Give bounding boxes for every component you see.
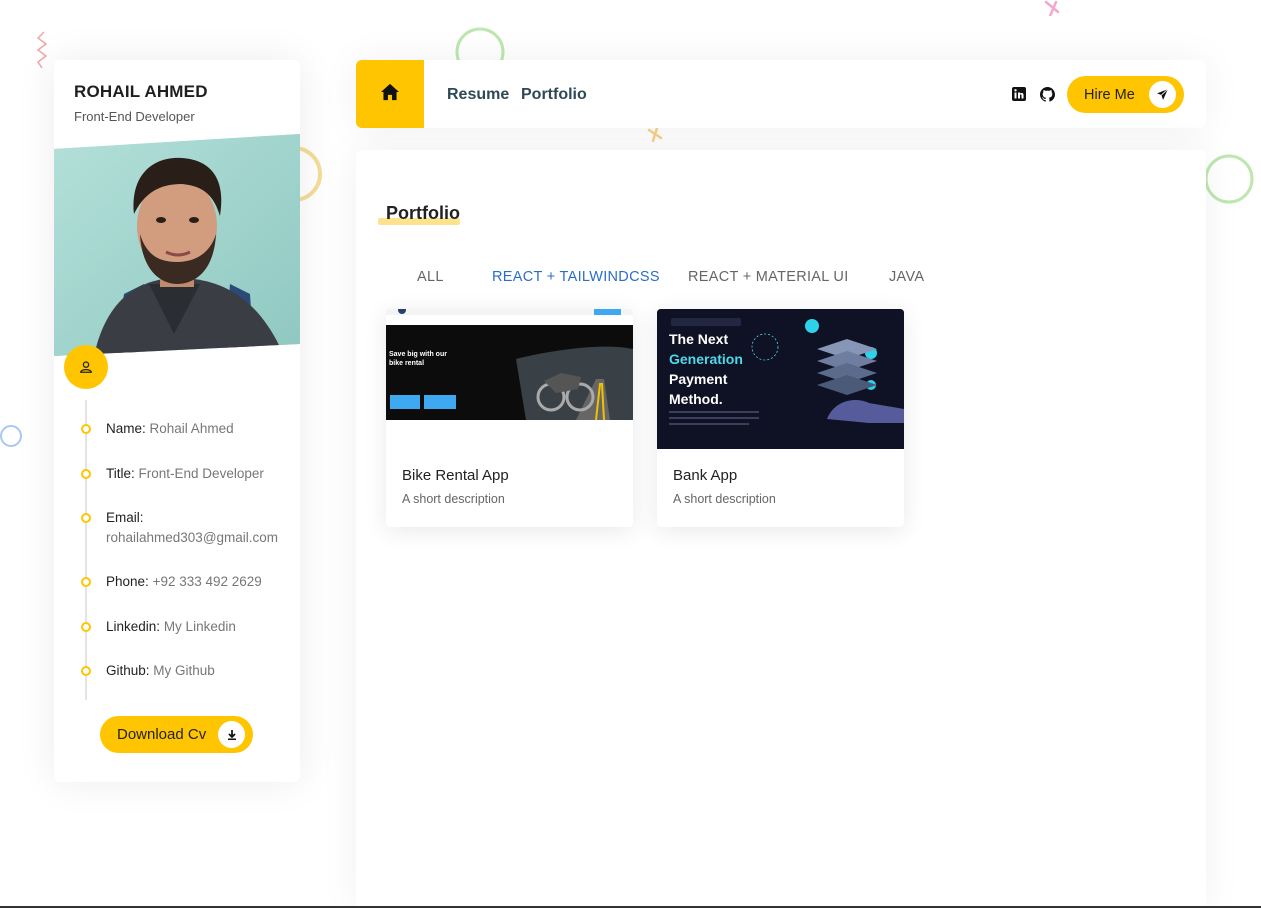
project-card-bike-rental[interactable]: Save big with our bike rental Bike Renta… [386,309,633,527]
github-icon[interactable] [1040,87,1055,102]
timeline-dot [81,622,91,632]
home-icon [380,83,400,106]
thumb-button-decoration [390,395,420,409]
cross-decoration [647,126,663,142]
info-label: Name: [106,421,146,436]
filter-java[interactable]: JAVA [889,269,924,285]
project-description: A short description [673,492,776,506]
send-icon [1149,81,1176,108]
thumb-headline-line: Payment [669,371,728,387]
hire-me-button[interactable]: Hire Me [1067,76,1184,113]
timeline-dot [81,577,91,587]
download-cv-label: Download Cv [117,726,207,743]
timeline-line [85,400,87,700]
info-label: Title: [106,466,135,481]
info-label: Email: [106,510,144,525]
info-item-email: Email: rohailahmed303@gmail.com [81,508,278,548]
project-title: Bike Rental App [402,467,509,484]
project-title: Bank App [673,467,738,484]
linkedin-icon[interactable] [1012,87,1026,101]
profile-name: ROHAIL AHMED [74,82,208,101]
top-nav: Resume Portfolio Hire Me [356,60,1206,128]
home-button[interactable] [356,60,424,128]
project-thumbnail: The Next Generation Payment Method. [657,309,904,449]
info-item-phone: Phone: +92 333 492 2629 [81,572,262,592]
thumb-button-decoration [424,395,456,409]
timeline-dot [81,424,91,434]
portfolio-panel: Portfolio ALL REACT + TAILWINDCSS REACT … [356,150,1206,908]
linkedin-link[interactable]: My Linkedin [164,619,236,634]
project-description: A short description [402,492,505,506]
info-item-name: Name: Rohail Ahmed [81,419,234,439]
project-thumbnail: Save big with our bike rental [386,309,633,449]
hire-me-label: Hire Me [1084,86,1135,103]
info-value[interactable]: rohailahmed303@gmail.com [106,530,278,545]
download-icon [218,721,245,748]
download-cv-button[interactable]: Download Cv [100,716,253,753]
profile-role: Front-End Developer [74,109,195,124]
timeline-dot [81,469,91,479]
project-card-bank-app[interactable]: The Next Generation Payment Method. Bank… [657,309,904,527]
circle-decoration [1204,154,1254,204]
timeline-dot [81,513,91,523]
info-label: Linkedin: [106,619,161,634]
github-link[interactable]: My Github [153,663,215,678]
info-value: Rohail Ahmed [149,421,234,436]
thumb-headline-line: Generation [669,351,743,367]
nav-portfolio-link[interactable]: Portfolio [521,86,587,104]
section-title: Portfolio [386,203,460,223]
thumb-headline-line: Method. [669,391,723,407]
thumb-headline-line: The Next [669,331,729,347]
info-value: Front-End Developer [138,466,264,481]
profile-card: ROHAIL AHMED Front-End Developer Name: R… [54,60,300,782]
filter-all[interactable]: ALL [417,269,444,285]
filter-react-material-ui[interactable]: REACT + MATERIAL UI [688,269,849,285]
timeline-dot [81,666,91,676]
circle-decoration [0,425,22,447]
info-label: Github: [106,663,150,678]
info-item-github: Github: My Github [81,661,215,681]
profile-photo [54,134,300,356]
info-item-linkedin: Linkedin: My Linkedin [81,617,236,637]
cross-decoration [1044,0,1060,16]
info-label: Phone: [106,574,149,589]
thumb-headline: Save big with our bike rental [389,351,447,367]
thumb-headline: The Next Generation Payment Method. [669,329,743,409]
squiggle-decoration [36,31,48,69]
info-item-title: Title: Front-End Developer [81,464,264,484]
profile-header: ROHAIL AHMED Front-End Developer [54,60,300,136]
info-value[interactable]: +92 333 492 2629 [153,574,262,589]
nav-resume-link[interactable]: Resume [447,86,509,104]
person-icon [64,345,108,389]
filter-react-tailwindcss[interactable]: REACT + TAILWINDCSS [492,269,660,285]
